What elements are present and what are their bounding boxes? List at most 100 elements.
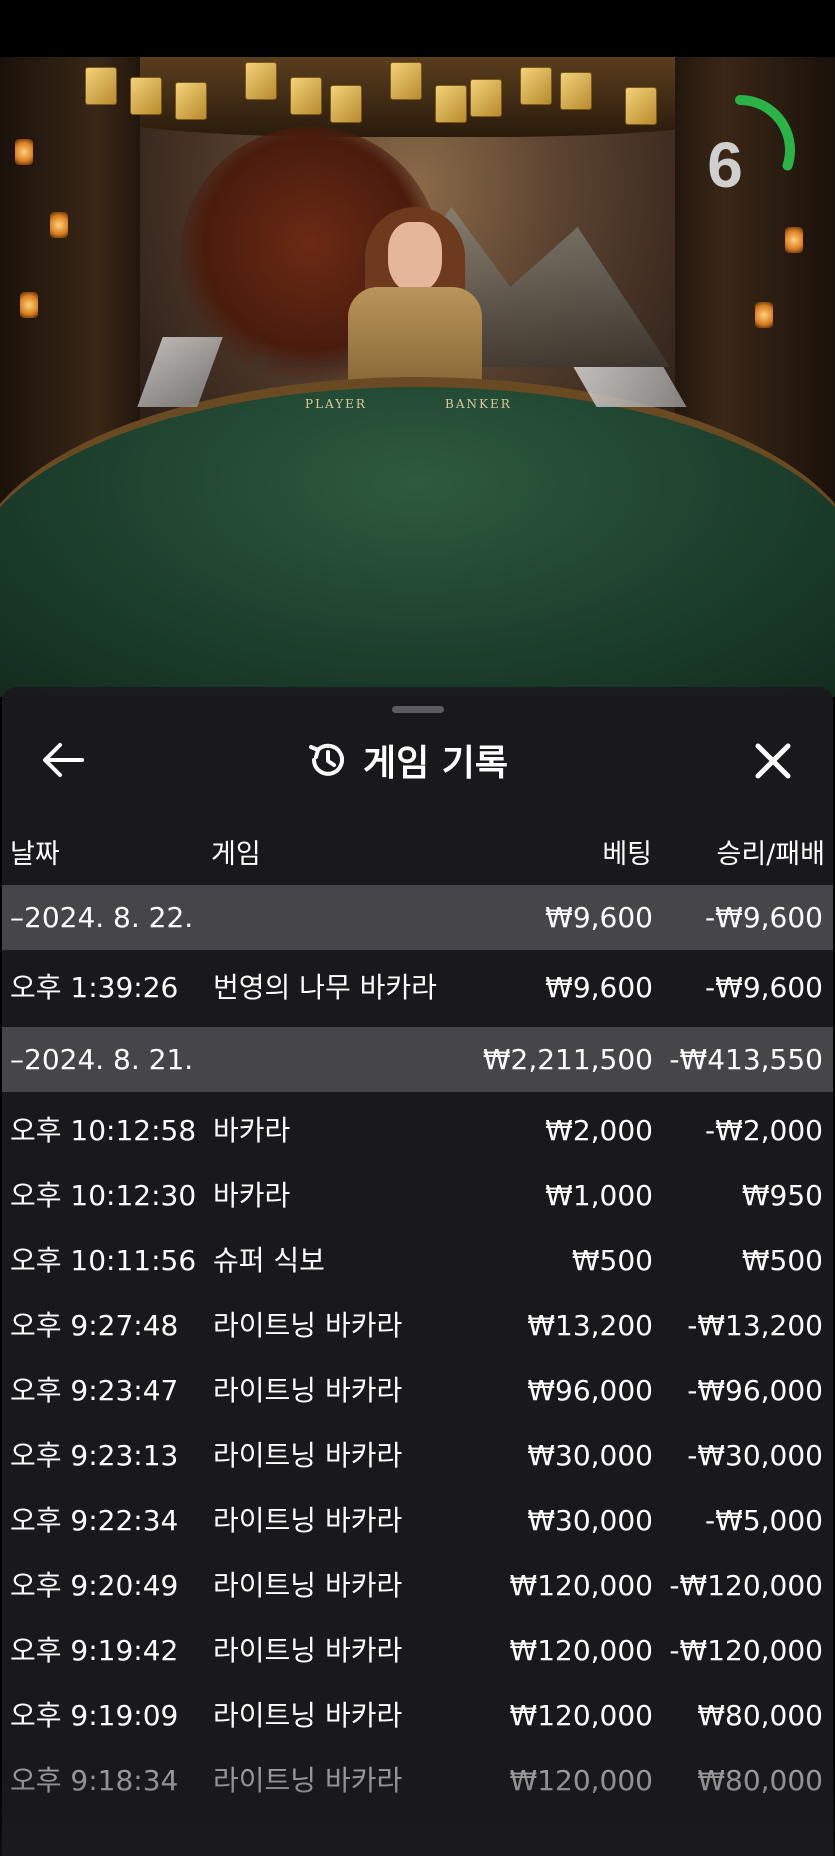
history-entry-row[interactable]: 오후 9:23:13 라이트닝 바카라 ₩30,000 -₩30,000	[2, 1423, 833, 1488]
row-date: 오후 10:12:30	[10, 1179, 197, 1212]
row-date: 오후 9:27:48	[10, 1309, 179, 1342]
card-shoe	[137, 337, 223, 407]
countdown-timer-value: 6	[707, 129, 743, 201]
row-bet: ₩13,200	[527, 1309, 653, 1342]
hanging-card-icon	[520, 67, 552, 105]
row-bet: ₩30,000	[527, 1439, 653, 1472]
row-date: 오후 9:18:34	[10, 1764, 179, 1797]
row-game: 라이트닝 바카라	[213, 1699, 403, 1732]
hanging-card-icon	[85, 67, 117, 105]
row-game: 라이트닝 바카라	[213, 1634, 403, 1667]
row-win-loss: ₩80,000	[697, 1699, 823, 1732]
row-game: 라이트닝 바카라	[213, 1504, 403, 1537]
row-bet: ₩1,000	[545, 1179, 653, 1212]
row-bet: ₩2,211,500	[482, 1043, 653, 1076]
row-game: 라이트닝 바카라	[213, 1764, 403, 1797]
row-win-loss: -₩30,000	[687, 1439, 823, 1472]
history-date-row[interactable]: –2024. 8. 22. ₩9,600 -₩9,600	[2, 885, 833, 950]
row-win-loss: -₩96,000	[687, 1374, 823, 1407]
history-entry-row[interactable]: 오후 9:27:48 라이트닝 바카라 ₩13,200 -₩13,200	[2, 1293, 833, 1358]
page-title: 게임 기록	[363, 743, 509, 784]
row-win-loss: -₩120,000	[669, 1569, 823, 1602]
row-bet: ₩120,000	[509, 1634, 653, 1667]
row-bet: ₩96,000	[527, 1374, 653, 1407]
panel-header: 게임 기록	[305, 732, 508, 788]
history-entry-row[interactable]: 오후 9:19:09 라이트닝 바카라 ₩120,000 ₩80,000	[2, 1683, 833, 1748]
row-date: 오후 9:19:09	[10, 1699, 179, 1732]
arrow-left-icon[interactable]	[40, 740, 86, 780]
row-date: 오후 9:23:13	[10, 1439, 179, 1472]
row-win-loss: -₩2,000	[705, 1114, 823, 1147]
row-date: 오후 9:22:34	[10, 1504, 179, 1537]
row-bet: ₩120,000	[509, 1569, 653, 1602]
row-date: 오후 9:20:49	[10, 1569, 179, 1602]
row-win-loss: -₩13,200	[687, 1309, 823, 1342]
history-icon	[309, 743, 344, 776]
row-win-loss: -₩9,600	[705, 971, 823, 1004]
drag-handle[interactable]	[392, 706, 444, 713]
row-win-loss: ₩950	[741, 1179, 823, 1212]
column-header-game: 게임	[211, 839, 261, 870]
hanging-card-icon	[175, 82, 207, 120]
hanging-card-icon	[130, 77, 162, 115]
row-date: 오후 9:19:42	[10, 1634, 179, 1667]
hanging-card-icon	[435, 85, 467, 123]
hanging-card-icon	[625, 87, 657, 125]
baccarat-table	[0, 377, 835, 697]
row-date: –2024. 8. 21.	[10, 1043, 194, 1076]
row-game: 바카라	[213, 1114, 291, 1147]
row-win-loss: -₩5,000	[705, 1504, 823, 1537]
row-game: 바카라	[213, 1179, 291, 1212]
row-game: 라이트닝 바카라	[213, 1374, 403, 1407]
row-win-loss: ₩80,000	[697, 1764, 823, 1797]
history-entry-row[interactable]: 오후 9:23:47 라이트닝 바카라 ₩96,000 -₩96,000	[2, 1358, 833, 1423]
row-bet: ₩9,600	[545, 901, 653, 934]
hanging-card-icon	[470, 79, 502, 117]
table-label-banker: BANKER	[445, 397, 512, 411]
history-entry-row[interactable]: 오후 9:20:49 라이트닝 바카라 ₩120,000 -₩120,000	[2, 1553, 833, 1618]
table-label-player: PLAYER	[305, 397, 367, 411]
row-win-loss: -₩120,000	[669, 1634, 823, 1667]
row-bet: ₩2,000	[545, 1114, 653, 1147]
row-game: 번영의 나무 바카라	[213, 971, 437, 1004]
lantern-icon	[50, 212, 68, 238]
row-bet: ₩9,600	[545, 971, 653, 1004]
history-entry-row[interactable]: 오후 10:12:58 바카라 ₩2,000 -₩2,000	[2, 1098, 833, 1163]
lantern-icon	[755, 302, 773, 328]
row-bet: ₩30,000	[527, 1504, 653, 1537]
history-date-row[interactable]: –2024. 8. 21. ₩2,211,500 -₩413,550	[2, 1027, 833, 1092]
row-win-loss: ₩500	[741, 1244, 823, 1277]
history-entry-row[interactable]: 오후 1:39:26 번영의 나무 바카라 ₩9,600 -₩9,600	[2, 955, 833, 1020]
history-entry-row[interactable]: 오후 9:19:42 라이트닝 바카라 ₩120,000 -₩120,000	[2, 1618, 833, 1683]
lantern-icon	[15, 139, 33, 165]
row-bet: ₩120,000	[509, 1699, 653, 1732]
hanging-card-icon	[245, 62, 277, 100]
hanging-card-icon	[290, 77, 322, 115]
close-icon[interactable]	[750, 738, 796, 784]
row-win-loss: -₩9,600	[705, 901, 823, 934]
history-entry-row[interactable]: 오후 9:18:34 라이트닝 바카라 ₩120,000 ₩80,000	[2, 1748, 833, 1813]
history-entry-row[interactable]: 오후 10:11:56 슈퍼 식보 ₩500 ₩500	[2, 1228, 833, 1293]
row-game: 슈퍼 식보	[213, 1244, 325, 1277]
row-bet: ₩500	[571, 1244, 653, 1277]
row-game: 라이트닝 바카라	[213, 1439, 403, 1472]
column-header-bet: 베팅	[602, 839, 652, 870]
row-win-loss: -₩413,550	[669, 1043, 823, 1076]
hanging-card-icon	[390, 62, 422, 100]
dealer-face	[388, 222, 442, 292]
status-bar	[0, 0, 835, 57]
row-game: 라이트닝 바카라	[213, 1309, 403, 1342]
row-date: 오후 1:39:26	[10, 971, 179, 1004]
row-date: 오후 10:12:58	[10, 1114, 197, 1147]
row-date: 오후 9:23:47	[10, 1374, 179, 1407]
row-bet: ₩120,000	[509, 1764, 653, 1797]
row-date: 오후 10:11:56	[10, 1244, 197, 1277]
row-game: 라이트닝 바카라	[213, 1569, 403, 1602]
hanging-card-icon	[330, 85, 362, 123]
lantern-icon	[785, 227, 803, 253]
lantern-icon	[20, 292, 38, 318]
history-entry-row[interactable]: 오후 10:12:30 바카라 ₩1,000 ₩950	[2, 1163, 833, 1228]
history-entry-row[interactable]: 오후 9:22:34 라이트닝 바카라 ₩30,000 -₩5,000	[2, 1488, 833, 1553]
hanging-card-icon	[560, 72, 592, 110]
column-header-date: 날짜	[10, 839, 60, 870]
